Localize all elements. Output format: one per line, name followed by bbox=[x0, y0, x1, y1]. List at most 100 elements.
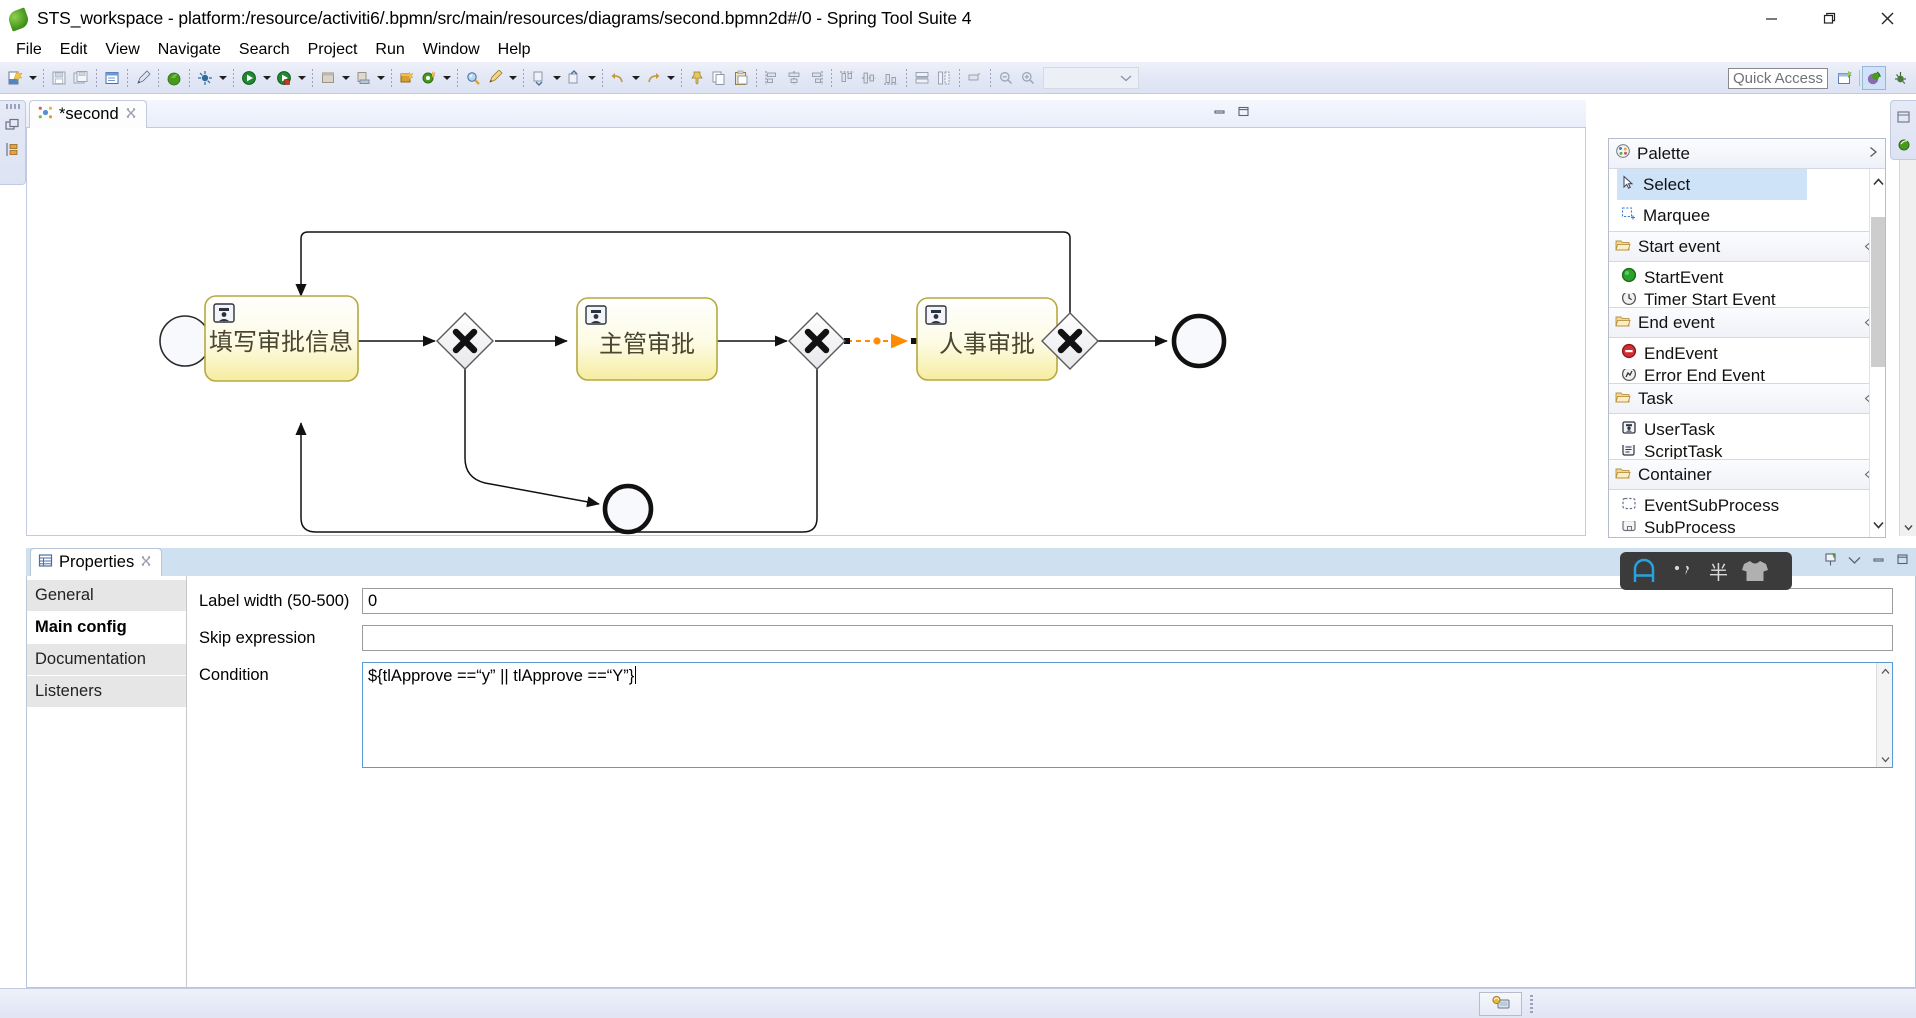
align-left-icon[interactable] bbox=[761, 66, 783, 90]
chevron-right-icon[interactable] bbox=[1868, 146, 1879, 161]
server2-dropdown-icon[interactable] bbox=[374, 66, 387, 90]
remote-system-status-cell[interactable] bbox=[1479, 992, 1522, 1016]
forward-dropdown-icon[interactable] bbox=[664, 66, 677, 90]
palette-item-partial-timer-start[interactable]: Timer Start Event bbox=[1609, 293, 1885, 307]
open-perspective-icon[interactable] bbox=[1833, 66, 1857, 90]
skip-expression-input[interactable] bbox=[362, 625, 1893, 651]
menu-edit[interactable]: Edit bbox=[51, 40, 97, 60]
user-task-node-2[interactable]: 主管审批 bbox=[576, 297, 718, 381]
copy-icon[interactable] bbox=[708, 66, 730, 90]
quick-access-input[interactable]: Quick Access bbox=[1728, 68, 1828, 89]
spring-boot-dashboard-icon[interactable] bbox=[1894, 133, 1914, 157]
properties-tab-main-config[interactable]: Main config bbox=[27, 612, 186, 644]
zoom-in-icon[interactable] bbox=[1017, 66, 1039, 90]
canvas-vertical-scrollbar[interactable] bbox=[1899, 128, 1916, 536]
scroll-up-icon[interactable] bbox=[1870, 173, 1885, 191]
ime-toolbar[interactable]: 半 bbox=[1620, 552, 1792, 590]
palette-item-partial-subprocess[interactable]: SubProcess bbox=[1609, 521, 1885, 535]
new-file-icon[interactable] bbox=[4, 66, 26, 90]
exclusive-gateway-node-1[interactable] bbox=[436, 312, 494, 370]
maximize-icon[interactable] bbox=[1236, 104, 1250, 118]
close-icon[interactable] bbox=[125, 107, 137, 122]
menu-project[interactable]: Project bbox=[299, 40, 367, 60]
palette-tool-select[interactable]: Select bbox=[1617, 169, 1807, 200]
properties-tab-listeners[interactable]: Listeners bbox=[27, 676, 186, 708]
spring-perspective-icon[interactable] bbox=[1862, 66, 1886, 90]
server2-icon[interactable] bbox=[352, 66, 374, 90]
menu-search[interactable]: Search bbox=[230, 40, 299, 60]
pen-icon[interactable] bbox=[132, 66, 154, 90]
label-width-input[interactable]: 0 bbox=[362, 588, 1893, 614]
menu-file[interactable]: File bbox=[7, 40, 51, 60]
match-width-icon[interactable] bbox=[911, 66, 933, 90]
restore-icon[interactable] bbox=[1800, 0, 1858, 37]
palette-item-endevent[interactable]: EndEvent bbox=[1609, 338, 1885, 369]
run-icon[interactable] bbox=[238, 66, 260, 90]
class-icon[interactable] bbox=[418, 66, 440, 90]
task-icon[interactable] bbox=[484, 66, 506, 90]
project-explorer-icon[interactable] bbox=[3, 137, 23, 161]
scroll-down-icon[interactable] bbox=[1870, 516, 1885, 534]
back-dropdown-icon[interactable] bbox=[629, 66, 642, 90]
drag-handle-dots[interactable] bbox=[5, 104, 20, 109]
properties-tab[interactable]: Properties bbox=[30, 548, 163, 576]
bpmn-canvas[interactable]: 填写审批信息 主管审批 人事审批 bbox=[26, 128, 1586, 536]
close-icon[interactable] bbox=[1858, 0, 1916, 37]
new-file-dropdown-icon[interactable] bbox=[26, 66, 39, 90]
class-dropdown-icon[interactable] bbox=[440, 66, 453, 90]
palette-scrollbar[interactable] bbox=[1869, 169, 1885, 537]
task-dropdown-icon[interactable] bbox=[506, 66, 519, 90]
maximize-icon[interactable] bbox=[1895, 553, 1910, 571]
palette-item-eventsubprocess[interactable]: EventSubProcess bbox=[1609, 490, 1885, 521]
menu-view[interactable]: View bbox=[96, 40, 148, 60]
start-event-node[interactable] bbox=[159, 315, 211, 367]
properties-tab-general[interactable]: General bbox=[27, 580, 186, 612]
status-resize-grip[interactable] bbox=[1530, 995, 1533, 1013]
halfwidth-toggle[interactable]: 半 bbox=[1709, 558, 1728, 585]
run-dropdown-icon[interactable] bbox=[260, 66, 273, 90]
match-height-icon[interactable] bbox=[933, 66, 955, 90]
align-top-icon[interactable] bbox=[836, 66, 858, 90]
boot-icon[interactable] bbox=[163, 66, 185, 90]
scroll-down-icon[interactable] bbox=[1877, 751, 1893, 767]
selected-sequence-flow[interactable] bbox=[844, 333, 917, 349]
save-icon[interactable] bbox=[48, 66, 70, 90]
end-event-node-1[interactable] bbox=[1171, 313, 1227, 369]
palette-item-partial-error-end[interactable]: Error End Event bbox=[1609, 369, 1885, 383]
condition-scrollbar[interactable] bbox=[1876, 663, 1892, 767]
palette-group-start-event[interactable]: Start event bbox=[1609, 231, 1885, 262]
debug-perspective-icon[interactable] bbox=[1888, 66, 1912, 90]
palette-tool-marquee[interactable]: Marquee bbox=[1609, 200, 1885, 231]
menu-help[interactable]: Help bbox=[489, 40, 540, 60]
server-icon[interactable] bbox=[317, 66, 339, 90]
align-middle-icon[interactable] bbox=[858, 66, 880, 90]
restore-view-icon[interactable] bbox=[3, 113, 23, 137]
skin-shirt-icon[interactable] bbox=[1740, 559, 1770, 583]
package-icon[interactable] bbox=[396, 66, 418, 90]
palette-group-end-event[interactable]: End event bbox=[1609, 307, 1885, 338]
close-icon[interactable] bbox=[140, 555, 152, 570]
minimize-icon[interactable] bbox=[1871, 553, 1886, 571]
zoom-level-combo[interactable] bbox=[1043, 66, 1139, 89]
next-annotation-icon[interactable] bbox=[528, 66, 550, 90]
palette-item-partial-scripttask[interactable]: ScriptTask bbox=[1609, 445, 1885, 459]
menu-run[interactable]: Run bbox=[366, 40, 413, 60]
condition-textarea[interactable]: ${tlApprove ==“y” || tlApprove ==“Y”} bbox=[362, 662, 1893, 768]
chinese-punctuation-icon[interactable] bbox=[1671, 560, 1697, 582]
console-icon[interactable] bbox=[101, 66, 123, 90]
prev-annotation-dropdown-icon[interactable] bbox=[585, 66, 598, 90]
server-dropdown-icon[interactable] bbox=[339, 66, 352, 90]
debug-dropdown-icon[interactable] bbox=[295, 66, 308, 90]
zoom-out-icon[interactable] bbox=[995, 66, 1017, 90]
back-arrow-icon[interactable] bbox=[607, 66, 629, 90]
editor-tab-second[interactable]: *second bbox=[29, 100, 147, 128]
paste-icon[interactable] bbox=[730, 66, 752, 90]
outline-view-icon[interactable] bbox=[1894, 105, 1914, 129]
forward-arrow-icon[interactable] bbox=[642, 66, 664, 90]
debug-icon[interactable] bbox=[273, 66, 295, 90]
end-event-node-2[interactable] bbox=[602, 483, 654, 535]
palette-item-startevent[interactable]: StartEvent bbox=[1609, 262, 1885, 293]
palette-group-container[interactable]: Container bbox=[1609, 459, 1885, 490]
menu-navigate[interactable]: Navigate bbox=[149, 40, 230, 60]
align-center-icon[interactable] bbox=[783, 66, 805, 90]
